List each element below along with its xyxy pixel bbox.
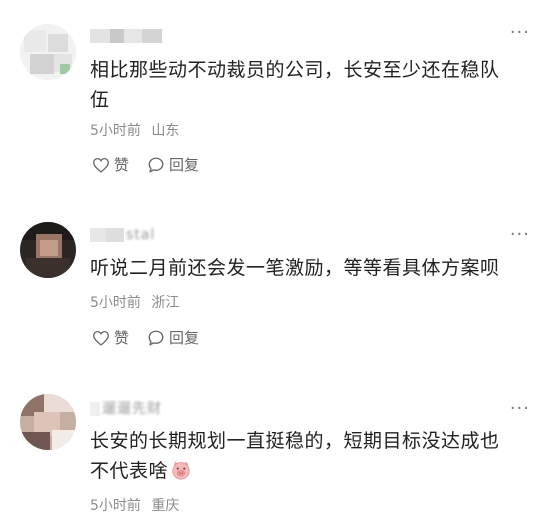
comment-item: ··· 相比那些动不动裁员的公司，长安至少还在稳队伍 5小时前 山东 赞 回复	[0, 0, 550, 200]
username-mosaic	[90, 29, 110, 43]
avatar-pixel	[52, 430, 76, 450]
comment-meta: 5小时前 浙江	[90, 294, 185, 312]
avatar[interactable]	[20, 24, 76, 80]
comment-meta: 5小时前 重庆	[90, 497, 185, 515]
avatar-pixel	[40, 240, 58, 256]
username[interactable]: 遛遛先财	[90, 400, 180, 418]
avatar-pixel	[30, 54, 54, 74]
like-button[interactable]: 赞	[92, 327, 129, 348]
like-button[interactable]: 赞	[92, 154, 129, 175]
username[interactable]: stal	[90, 226, 180, 244]
comment-item: stal ··· 听说二月前还会发一笔激励，等等看具体方案呗 5小时前 浙江 赞…	[0, 200, 550, 380]
reply-label: 回复	[169, 329, 200, 347]
comment-text-body: 长安的长期规划一直挺稳的，短期目标没达成也不代表啥	[90, 430, 500, 482]
pig-face-emoji-icon	[172, 461, 190, 480]
username-mosaic	[142, 29, 162, 43]
reply-button[interactable]: 回复	[147, 327, 199, 348]
avatar-pixel	[60, 64, 70, 74]
username[interactable]	[90, 27, 170, 45]
comment-actions: 赞 回复	[92, 154, 217, 175]
more-options-icon[interactable]: ···	[510, 22, 530, 43]
comment-text: 长安的长期规划一直挺稳的，短期目标没达成也不代表啥	[90, 426, 510, 486]
like-label: 赞	[114, 156, 130, 174]
comment-time: 5小时前	[90, 295, 141, 311]
comment-bubble-icon	[148, 330, 164, 345]
avatar-pixel	[44, 394, 76, 412]
username-mosaic	[110, 29, 124, 43]
comment-location: 重庆	[151, 498, 180, 514]
reply-button[interactable]: 回复	[147, 154, 199, 175]
comment-text: 听说二月前还会发一笔激励，等等看具体方案呗	[90, 257, 500, 279]
username-mosaic	[90, 228, 106, 242]
avatar-pixel	[48, 34, 68, 52]
comment-location: 浙江	[151, 295, 180, 311]
comment-item: 遛遛先财 ··· 长安的长期规划一直挺稳的，短期目标没达成也不代表啥 5小时前 …	[0, 380, 550, 519]
avatar-pixel	[20, 432, 50, 450]
more-options-icon[interactable]: ···	[510, 398, 530, 419]
more-options-icon[interactable]: ···	[510, 224, 530, 245]
username-mosaic	[90, 402, 100, 416]
reply-label: 回复	[169, 156, 200, 174]
comment-feed: ··· 相比那些动不动裁员的公司，长安至少还在稳队伍 5小时前 山东 赞 回复 …	[0, 0, 550, 519]
heart-icon	[93, 157, 109, 173]
avatar[interactable]	[20, 394, 76, 450]
like-label: 赞	[114, 329, 130, 347]
username-text: stal	[126, 227, 156, 243]
comment-bubble-icon	[148, 157, 164, 172]
avatar-pixel	[26, 258, 70, 278]
comment-meta: 5小时前 山东	[90, 122, 185, 140]
heart-icon	[93, 330, 109, 346]
comment-time: 5小时前	[90, 123, 141, 139]
avatar-pixel	[24, 30, 46, 52]
username-text: 遛遛先财	[102, 401, 162, 417]
username-mosaic	[106, 228, 124, 242]
username-mosaic	[124, 29, 142, 43]
avatar[interactable]	[20, 222, 76, 278]
comment-actions: 赞 回复	[92, 327, 217, 348]
comment-time: 5小时前	[90, 498, 141, 514]
comment-text: 相比那些动不动裁员的公司，长安至少还在稳队伍	[90, 59, 500, 111]
comment-location: 山东	[151, 123, 180, 139]
